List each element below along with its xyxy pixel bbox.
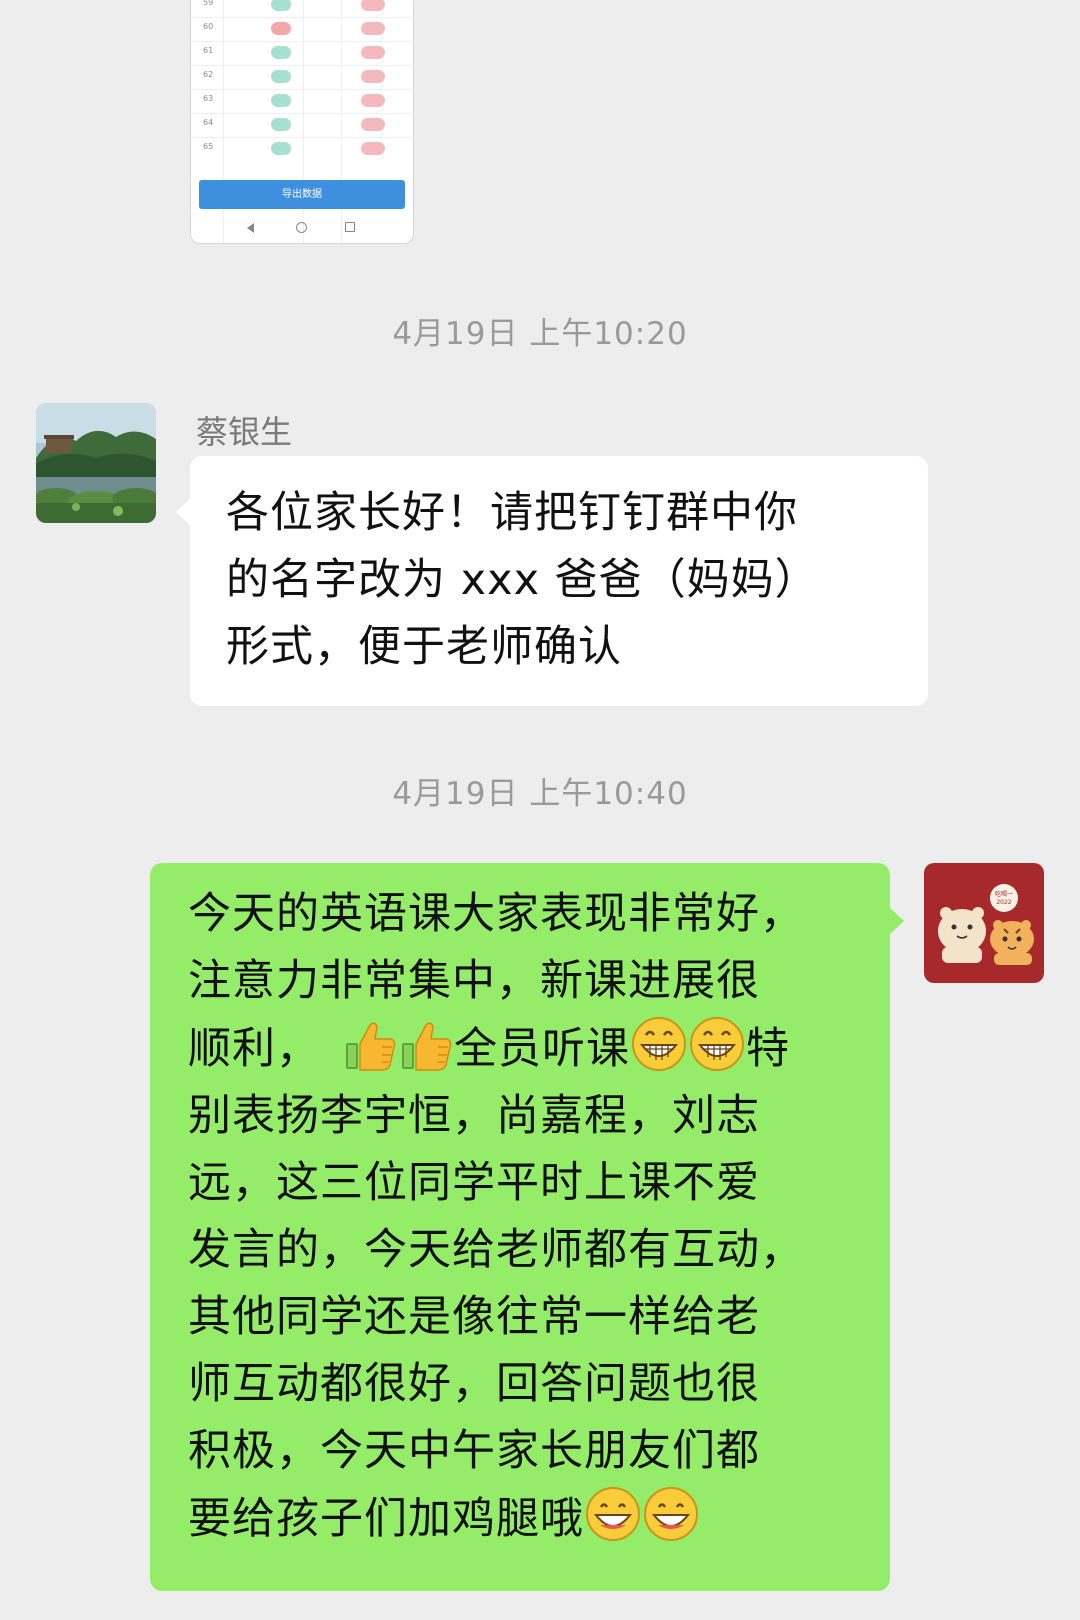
row-number: 64: [203, 118, 214, 127]
status-badge: [271, 0, 291, 11]
message-timestamp: 4月19日 上午10:40: [392, 776, 688, 812]
row-number: 63: [203, 94, 214, 103]
status-badge: [361, 22, 385, 35]
table-row: 64: [191, 113, 413, 138]
table-row: 59: [191, 0, 413, 18]
table-row: 62: [191, 65, 413, 90]
svg-text:2022: 2022: [996, 899, 1011, 906]
android-nav-bar: [191, 217, 413, 239]
tiger-avatar-image: 吃喝一 2022: [924, 863, 1044, 983]
message-text: 特: [746, 1024, 790, 1074]
recent-apps-icon: [345, 222, 355, 232]
message-text-line: 注意力非常集中，新课进展很: [188, 956, 760, 1006]
message-text: 要给孩子们加鸡腿哦: [188, 1494, 584, 1544]
grinning-face-icon: [632, 1017, 686, 1071]
message-text-line: 别表扬李宇恒，尚嘉程，刘志: [188, 1091, 760, 1141]
status-badge: [361, 46, 385, 59]
row-number: 65: [203, 142, 214, 151]
message-text-line: 形式，便于老师确认: [226, 622, 622, 672]
message-text: 顺利，: [188, 1024, 320, 1074]
grinning-face-icon: [586, 1487, 640, 1541]
status-badge: [271, 118, 291, 131]
table-row: 65: [191, 137, 413, 161]
sender-avatar[interactable]: [36, 403, 156, 523]
back-icon: [247, 223, 254, 233]
row-number: 62: [203, 70, 214, 79]
message-text-line: 今天的英语课大家表现非常好，: [188, 889, 804, 939]
status-badge: [361, 94, 385, 107]
status-badge: [361, 142, 385, 155]
message-text-line: 各位家长好！请把钉钉群中你: [226, 488, 798, 538]
table-row: 60: [191, 17, 413, 42]
table-row: 61: [191, 41, 413, 66]
thumbs-up-icon: [402, 1022, 452, 1071]
image-message-screenshot[interactable]: 59 60 61 62 63 64 65 导出数据: [190, 0, 414, 244]
thumbs-up-icon: [346, 1022, 396, 1071]
message-text-line: 积极，今天中午家长朋友们都: [188, 1426, 760, 1476]
message-text-line: 发言的，今天给老师都有互动，: [188, 1225, 804, 1275]
landscape-avatar-image: [36, 403, 156, 523]
message-text-line: 的名字改为 xxx 爸爸（妈妈）: [226, 555, 819, 605]
received-message-bubble[interactable]: 各位家长好！请把钉钉群中你 的名字改为 xxx 爸爸（妈妈） 形式，便于老师确认: [176, 456, 928, 706]
message-text-line: 其他同学还是像往常一样给老: [188, 1292, 760, 1342]
row-number: 60: [203, 22, 214, 31]
message-timestamp: 4月19日 上午10:20: [392, 316, 688, 352]
table-row: 63: [191, 89, 413, 114]
badge-text: 吃喝一: [995, 890, 1013, 898]
status-badge: [271, 22, 291, 35]
message-text-line: 远，这三位同学平时上课不爱: [188, 1158, 760, 1208]
sent-message-bubble[interactable]: 今天的英语课大家表现非常好， 注意力非常集中，新课进展很 顺利， 全员听课 特 …: [150, 863, 904, 1591]
status-badge: [271, 70, 291, 83]
message-text-line: 师互动都很好，回答问题也很: [188, 1359, 760, 1409]
status-badge: [271, 94, 291, 107]
sender-name: 蔡银生: [196, 413, 293, 451]
grinning-face-icon: [644, 1487, 698, 1541]
status-badge: [361, 70, 385, 83]
export-data-button: 导出数据: [199, 180, 405, 209]
status-badge: [271, 46, 291, 59]
message-text-line-with-emoji: 要给孩子们加鸡腿哦: [188, 1485, 868, 1553]
grinning-face-icon: [690, 1017, 744, 1071]
row-number: 59: [203, 0, 214, 7]
row-number: 61: [203, 46, 214, 55]
my-avatar[interactable]: 吃喝一 2022: [924, 863, 1044, 983]
message-text-line-with-emoji: 顺利， 全员听课 特: [188, 1015, 868, 1083]
status-badge: [271, 142, 291, 155]
message-text: 全员听课: [454, 1024, 630, 1074]
status-badge: [361, 0, 385, 11]
status-badge: [361, 118, 385, 131]
home-icon: [296, 222, 307, 233]
